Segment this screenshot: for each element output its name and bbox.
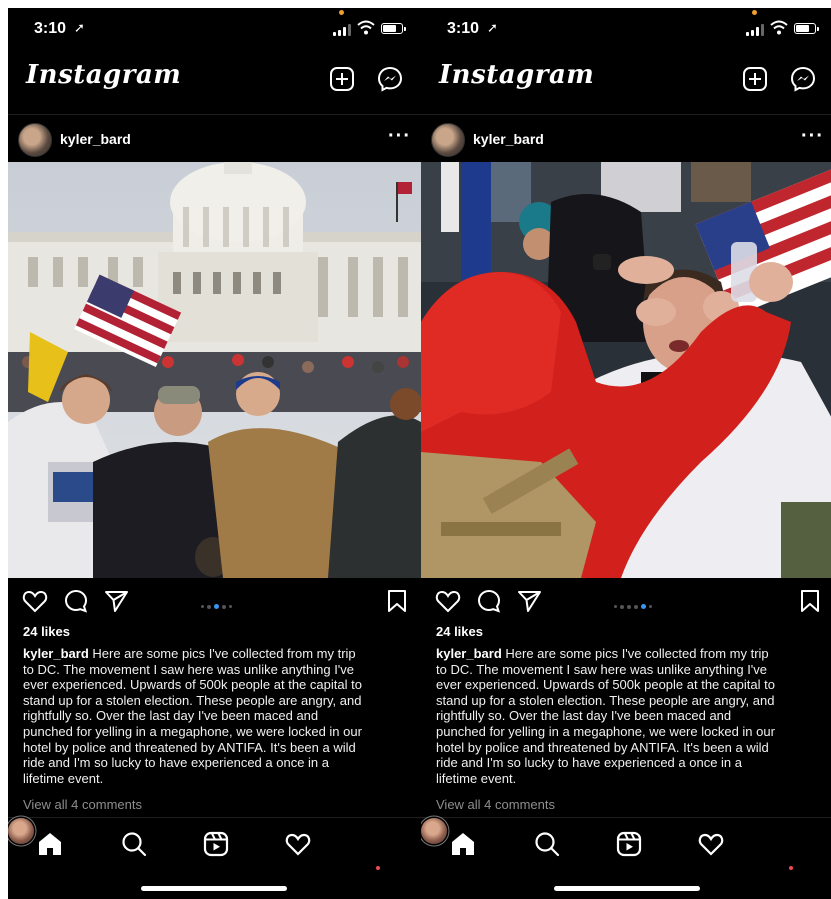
caption-line: rightfully so. Over the last day I've be… xyxy=(23,708,319,724)
post-caption: kyler_bard Here are some pics I've colle… xyxy=(436,646,826,786)
bottom-nav xyxy=(8,817,421,878)
bookmark-icon[interactable] xyxy=(797,588,823,614)
notification-dot xyxy=(376,866,380,870)
caption-username[interactable]: kyler_bard xyxy=(436,646,502,661)
post-username[interactable]: kyler_bard xyxy=(473,131,544,147)
caption-line: lifetime event. xyxy=(23,770,104,786)
heart-icon[interactable] xyxy=(435,588,461,614)
top-bar: Instagram xyxy=(421,56,831,102)
privacy-indicator-dot xyxy=(752,10,757,15)
phone-screen-right: 3:10 ➚ Instagram kyler_bard ··· 24 likes… xyxy=(421,8,831,899)
post-caption: kyler_bard Here are some pics I've colle… xyxy=(23,646,413,786)
new-post-icon[interactable] xyxy=(329,66,355,92)
caption-line: punched for yelling in a megaphone, we w… xyxy=(23,723,362,739)
caption-line: hotel by police and threatened by ANTIFA… xyxy=(23,739,356,755)
post-actions xyxy=(421,584,831,620)
caption-username[interactable]: kyler_bard xyxy=(23,646,89,661)
status-time: 3:10 xyxy=(447,20,480,37)
view-comments-link[interactable]: View all 4 comments xyxy=(436,797,555,812)
app-logo[interactable]: Instagram xyxy=(26,60,181,90)
caption-line: rightfully so. Over the last day I've be… xyxy=(436,708,732,724)
battery-icon xyxy=(381,23,406,34)
top-bar: Instagram xyxy=(8,56,421,102)
caption-line: Here are some pics I've collected from m… xyxy=(501,646,769,661)
caption-line: hotel by police and threatened by ANTIFA… xyxy=(436,739,769,755)
post-username[interactable]: kyler_bard xyxy=(60,131,131,147)
app-logo[interactable]: Instagram xyxy=(439,60,594,90)
privacy-indicator-dot xyxy=(339,10,344,15)
caption-line: lifetime event. xyxy=(436,770,517,786)
status-bar: 3:10 ➚ xyxy=(8,8,421,52)
heart-icon[interactable] xyxy=(22,588,48,614)
share-icon[interactable] xyxy=(516,588,542,614)
status-bar: 3:10 ➚ xyxy=(421,8,831,52)
location-arrow-icon: ➚ xyxy=(74,20,85,35)
comment-icon[interactable] xyxy=(63,588,89,614)
notification-dot xyxy=(789,866,793,870)
more-options-icon[interactable]: ··· xyxy=(801,125,824,148)
location-arrow-icon: ➚ xyxy=(487,20,498,35)
home-icon[interactable] xyxy=(36,830,64,858)
bottom-nav xyxy=(421,817,831,878)
caption-line: ever experienced. Upwards of 500k people… xyxy=(23,677,362,693)
comment-icon[interactable] xyxy=(476,588,502,614)
post-actions xyxy=(8,584,421,620)
like-count[interactable]: 24 likes xyxy=(436,624,483,639)
post-photo[interactable] xyxy=(421,162,831,578)
post-header: kyler_bard ··· xyxy=(421,114,831,163)
home-indicator[interactable] xyxy=(554,886,700,891)
caption-line: stand up for a stolen election. These pe… xyxy=(23,692,362,708)
post-photo[interactable] xyxy=(8,162,421,578)
signal-icon xyxy=(333,24,351,36)
home-indicator[interactable] xyxy=(141,886,287,891)
wifi-icon xyxy=(770,20,788,35)
phone-screen-left: 3:10 ➚ Instagram kyler_bard ··· 24 likes… xyxy=(8,8,421,899)
profile-avatar[interactable] xyxy=(421,818,447,844)
caption-line: ride and I'm so lucky to have experience… xyxy=(436,755,742,771)
caption-line: ride and I'm so lucky to have experience… xyxy=(23,755,329,771)
search-icon[interactable] xyxy=(120,830,148,858)
caption-line: stand up for a stolen election. These pe… xyxy=(436,692,775,708)
carousel-indicator xyxy=(614,598,655,610)
activity-heart-icon[interactable] xyxy=(284,830,312,858)
caption-line: Here are some pics I've collected from m… xyxy=(88,646,356,661)
caption-line: ever experienced. Upwards of 500k people… xyxy=(436,677,775,693)
profile-avatar[interactable] xyxy=(8,818,34,844)
home-icon[interactable] xyxy=(449,830,477,858)
avatar[interactable] xyxy=(18,123,52,157)
more-options-icon[interactable]: ··· xyxy=(388,125,411,148)
like-count[interactable]: 24 likes xyxy=(23,624,70,639)
messenger-icon[interactable] xyxy=(790,66,816,92)
caption-line: punched for yelling in a megaphone, we w… xyxy=(436,723,775,739)
bookmark-icon[interactable] xyxy=(384,588,410,614)
messenger-icon[interactable] xyxy=(377,66,403,92)
share-icon[interactable] xyxy=(103,588,129,614)
search-icon[interactable] xyxy=(533,830,561,858)
new-post-icon[interactable] xyxy=(742,66,768,92)
reels-icon[interactable] xyxy=(202,830,230,858)
wifi-icon xyxy=(357,20,375,35)
carousel-indicator xyxy=(201,598,235,610)
signal-icon xyxy=(746,24,764,36)
status-time: 3:10 xyxy=(34,20,67,37)
caption-line: to DC. The movement I saw here was unlik… xyxy=(436,661,768,677)
caption-line: to DC. The movement I saw here was unlik… xyxy=(23,661,355,677)
battery-icon xyxy=(794,23,819,34)
view-comments-link[interactable]: View all 4 comments xyxy=(23,797,142,812)
post-header: kyler_bard ··· xyxy=(8,114,421,163)
avatar[interactable] xyxy=(431,123,465,157)
activity-heart-icon[interactable] xyxy=(697,830,725,858)
reels-icon[interactable] xyxy=(615,830,643,858)
